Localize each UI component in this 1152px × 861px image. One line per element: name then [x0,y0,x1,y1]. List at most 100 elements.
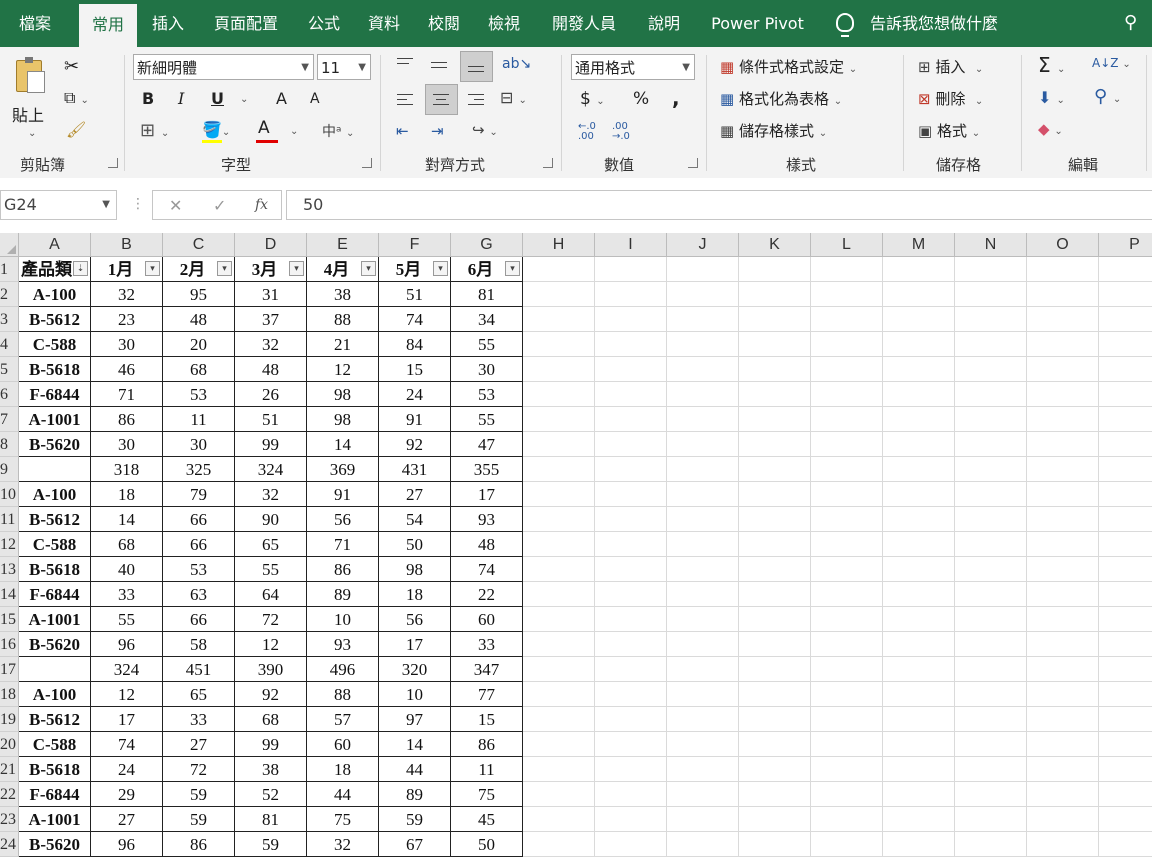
wrap-text-icon[interactable]: ↪ ⌄ [472,121,498,139]
empty-cell[interactable] [955,657,1027,682]
table-cell[interactable]: 66 [163,507,235,532]
empty-cell[interactable] [667,382,739,407]
table-cell[interactable]: 66 [163,532,235,557]
empty-cell[interactable] [667,307,739,332]
table-cell[interactable]: 57 [307,707,379,732]
empty-cell[interactable] [667,807,739,832]
empty-cell[interactable] [955,582,1027,607]
empty-cell[interactable] [883,807,955,832]
chevron-down-icon[interactable]: ⌄ [290,126,298,137]
filter-dropdown-icon[interactable]: ▾ [217,261,232,276]
empty-cell[interactable] [595,432,667,457]
empty-cell[interactable] [739,432,811,457]
empty-cell[interactable] [523,307,595,332]
empty-cell[interactable] [667,757,739,782]
table-cell[interactable]: 18 [307,757,379,782]
empty-cell[interactable] [1099,757,1152,782]
table-cell[interactable]: 89 [307,582,379,607]
select-all-button[interactable] [0,233,19,257]
dialog-launcher-icon[interactable] [362,158,372,168]
table-cell[interactable]: 63 [163,582,235,607]
table-cell[interactable]: 52 [235,782,307,807]
cut-icon[interactable]: ✂ [64,56,79,77]
table-cell[interactable]: 59 [379,807,451,832]
table-cell[interactable]: 30 [163,432,235,457]
bold-button[interactable]: B [142,89,154,108]
empty-cell[interactable] [667,332,739,357]
empty-cell[interactable] [811,632,883,657]
merge-center-icon[interactable]: ⊟ ⌄ [500,88,527,107]
table-cell[interactable] [19,457,91,482]
empty-cell[interactable] [739,807,811,832]
empty-cell[interactable] [595,632,667,657]
table-cell[interactable]: 75 [307,807,379,832]
table-cell[interactable]: 54 [379,507,451,532]
table-cell[interactable]: A-1001 [19,807,91,832]
table-cell[interactable]: 47 [451,432,523,457]
column-header[interactable]: H [523,233,595,257]
empty-cell[interactable] [1099,732,1152,757]
empty-cell[interactable] [595,482,667,507]
fill-icon[interactable]: ⬇ ⌄ [1038,88,1065,107]
empty-cell[interactable] [955,757,1027,782]
empty-cell[interactable] [1027,507,1099,532]
cell-styles-button[interactable]: ▦ 儲存格樣式 ⌄ [720,120,827,141]
table-cell[interactable]: 496 [307,657,379,682]
table-cell[interactable]: 38 [235,757,307,782]
empty-cell[interactable] [955,307,1027,332]
align-right-icon[interactable] [468,94,484,109]
empty-cell[interactable] [883,557,955,582]
delete-cells-button[interactable]: ⊠ 刪除 ⌄ [918,88,983,109]
table-cell[interactable]: 92 [379,432,451,457]
empty-cell[interactable] [595,282,667,307]
table-cell[interactable]: 18 [91,482,163,507]
empty-cell[interactable] [1027,582,1099,607]
empty-cell[interactable] [883,457,955,482]
column-header[interactable]: C [163,233,235,257]
table-cell[interactable]: 88 [307,307,379,332]
cancel-icon[interactable]: ✕ [169,196,182,215]
empty-cell[interactable] [1099,407,1152,432]
table-cell[interactable]: 45 [451,807,523,832]
empty-cell[interactable] [811,782,883,807]
empty-cell[interactable] [667,732,739,757]
table-cell[interactable]: 98 [307,382,379,407]
increase-indent-icon[interactable]: ⇥ [431,122,444,140]
column-header[interactable]: P [1099,233,1152,257]
find-select-icon[interactable]: ⚲ ⌄ [1094,86,1121,107]
table-cell[interactable]: B-5618 [19,557,91,582]
empty-cell[interactable] [883,757,955,782]
table-cell[interactable]: 369 [307,457,379,482]
sort-filter-icon[interactable]: ⇣ [73,261,88,276]
italic-button[interactable]: I [178,89,184,108]
empty-cell[interactable] [739,332,811,357]
increase-decimal-icon[interactable]: ←.0.00 [578,122,596,142]
empty-cell[interactable] [1099,482,1152,507]
menu-tab[interactable]: 檢視 [475,0,533,47]
table-cell[interactable]: 90 [235,507,307,532]
table-cell[interactable]: 53 [451,382,523,407]
insert-function-icon[interactable]: fx [255,197,268,213]
table-cell[interactable]: 72 [235,607,307,632]
empty-cell[interactable] [667,357,739,382]
empty-cell[interactable] [523,457,595,482]
table-cell[interactable]: 27 [163,732,235,757]
empty-cell[interactable] [1027,332,1099,357]
row-header[interactable]: 22 [0,782,19,807]
empty-cell[interactable] [955,707,1027,732]
table-cell[interactable]: 32 [307,832,379,857]
empty-cell[interactable] [955,632,1027,657]
table-cell[interactable]: 10 [307,607,379,632]
empty-cell[interactable] [811,732,883,757]
row-header[interactable]: 19 [0,707,19,732]
empty-cell[interactable] [811,657,883,682]
empty-cell[interactable] [811,757,883,782]
table-cell[interactable]: 75 [451,782,523,807]
empty-cell[interactable] [523,332,595,357]
empty-cell[interactable] [595,532,667,557]
filter-dropdown-icon[interactable]: ▾ [505,261,520,276]
empty-cell[interactable] [811,432,883,457]
column-header[interactable]: I [595,233,667,257]
align-left-icon[interactable] [397,94,413,109]
empty-cell[interactable] [883,382,955,407]
